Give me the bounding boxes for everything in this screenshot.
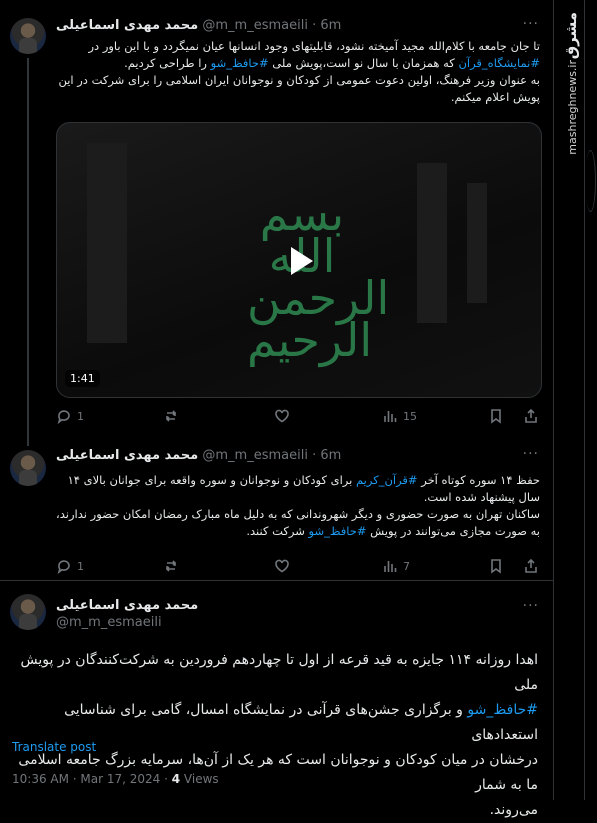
- video-player[interactable]: بسم الله الرحمن الرحیم 1:41: [56, 122, 542, 398]
- views-count: 4: [171, 772, 181, 786]
- reply-count: 1: [77, 559, 84, 573]
- avatar[interactable]: [10, 18, 46, 54]
- translate-post-link[interactable]: Translate post: [12, 740, 96, 754]
- tweet-line: تا جان جامعه با کلام‌الله مجید آمیخته نش…: [88, 39, 540, 53]
- repost-icon: [165, 560, 177, 572]
- avatar[interactable]: [10, 450, 46, 486]
- share-icon: [525, 558, 537, 573]
- tweet-line: حفظ ۱۴ سوره کوتاه آخر #قرآن_کریم برای کو…: [56, 472, 540, 489]
- view-count: 15: [403, 409, 417, 423]
- heart-icon: [275, 559, 289, 573]
- reply-button[interactable]: 1: [56, 408, 84, 424]
- tweet-text: اهدا روزانه ۱۱۴ جایزه به قید قرعه از اول…: [12, 648, 538, 823]
- tweet-header: محمد مهدی اسماعیلی @m_m_esmaeili: [56, 598, 198, 630]
- more-options-icon[interactable]: ···: [523, 16, 539, 32]
- video-frame-detail: [87, 143, 127, 343]
- tweet-actions: 1 15: [56, 408, 540, 426]
- tweet-line: سال پیشنهاد شده است.: [423, 490, 540, 504]
- bookmark-icon: [491, 409, 501, 424]
- tweet-text-fragment: برای کودکان و نوجوانان و سوره واقعه برای…: [67, 473, 357, 487]
- tweet-timestamp[interactable]: 10:36 AM · Mar 17, 2024 ·: [12, 772, 172, 786]
- hashtag[interactable]: #نمایشگاه_قرآن: [458, 56, 540, 70]
- tweet-line: ساکنان تهران به صورت حضوری و دیگر شهروند…: [56, 507, 540, 521]
- scrollbar-thumb[interactable]: [585, 150, 596, 212]
- tweet-meta: 10:36 AM · Mar 17, 2024 · 4 Views: [12, 772, 219, 786]
- tweet-1[interactable]: محمد مهدی اسماعیلی @m_m_esmaeili · 6m ··…: [0, 0, 553, 432]
- reply-count: 1: [77, 409, 84, 423]
- tweet-time[interactable]: · 6m: [312, 18, 341, 33]
- view-count: 7: [403, 559, 410, 573]
- tweet-actions: 1 7: [56, 558, 540, 576]
- tweet-text-fragment: شرکت کنند.: [246, 524, 309, 538]
- views-label: Views: [180, 772, 219, 786]
- tweet-header: محمد مهدی اسماعیلی @m_m_esmaeili · 6m: [56, 18, 341, 33]
- bookmark-icon: [491, 559, 501, 574]
- repost-icon: [165, 410, 177, 422]
- tweet-line: پویش اعلام میکنم.: [450, 90, 540, 104]
- reply-button[interactable]: 1: [56, 558, 84, 574]
- share-button[interactable]: [523, 408, 539, 424]
- author-handle[interactable]: @m_m_esmaeili: [202, 18, 308, 33]
- video-duration: 1:41: [65, 370, 100, 387]
- more-options-icon[interactable]: ···: [523, 598, 539, 614]
- author-name[interactable]: محمد مهدی اسماعیلی: [56, 598, 198, 613]
- tweet-text-fragment: حفظ ۱۴ سوره کوتاه آخر: [417, 473, 540, 487]
- video-frame-detail: [467, 183, 487, 303]
- tweet-line: به صورت مجازی می‌توانند در پویش #حافظ_شو…: [56, 523, 540, 540]
- play-icon[interactable]: [279, 241, 319, 281]
- timeline: محمد مهدی اسماعیلی @m_m_esmaeili · 6m ··…: [0, 0, 554, 818]
- thread-connector: [27, 58, 29, 432]
- tweet-text: حفظ ۱۴ سوره کوتاه آخر #قرآن_کریم برای کو…: [56, 472, 540, 540]
- tweet-text: تا جان جامعه با کلام‌الله مجید آمیخته نش…: [56, 38, 540, 106]
- tweet-line: #نمایشگاه_قرآن که همزمان با سال نو است،پ…: [56, 55, 540, 72]
- views-button[interactable]: 7: [382, 558, 410, 574]
- more-options-icon[interactable]: ···: [523, 446, 539, 462]
- hashtag[interactable]: #حافظ_شو: [309, 524, 367, 538]
- heart-icon: [275, 409, 289, 423]
- tweet-2[interactable]: محمد مهدی اسماعیلی @m_m_esmaeili · 6m ··…: [0, 432, 553, 582]
- watermark-url: mashreghnews.ir: [566, 60, 579, 155]
- tweet-text-fragment: که همزمان با سال نو است،پویش ملی: [268, 56, 459, 70]
- tweet-text-fragment: به صورت مجازی می‌توانند در پویش: [366, 524, 540, 538]
- repost-button[interactable]: [164, 408, 180, 424]
- scrollbar-track[interactable]: [584, 0, 585, 800]
- tweet-line: می‌روند.: [489, 802, 538, 818]
- watermark-logo: مشرق: [562, 12, 580, 60]
- hashtag[interactable]: #حافظ_شو: [211, 56, 269, 70]
- reply-icon: [57, 410, 70, 424]
- tweet-time[interactable]: · 6m: [312, 448, 341, 463]
- tweet-line: اهدا روزانه ۱۱۴ جایزه به قید قرعه از اول…: [20, 652, 538, 693]
- avatar[interactable]: [10, 594, 46, 630]
- hashtag[interactable]: #قرآن_کریم: [356, 473, 418, 487]
- author-name[interactable]: محمد مهدی اسماعیلی: [56, 448, 198, 463]
- share-button[interactable]: [523, 558, 539, 574]
- like-button[interactable]: [274, 558, 290, 574]
- like-button[interactable]: [274, 408, 290, 424]
- video-frame-detail: [417, 163, 447, 323]
- bookmark-button[interactable]: [488, 558, 504, 574]
- tweet-text-fragment: را طراحی کردیم.: [124, 56, 211, 70]
- reply-icon: [57, 560, 70, 574]
- analytics-icon: [384, 411, 397, 422]
- hashtag[interactable]: #حافظ_شو: [467, 702, 538, 718]
- share-icon: [525, 408, 537, 423]
- author-handle[interactable]: @m_m_esmaeili: [202, 448, 308, 463]
- author-handle[interactable]: @m_m_esmaeili: [56, 615, 198, 630]
- analytics-icon: [384, 561, 397, 572]
- thread-connector-top: [27, 432, 29, 446]
- repost-button[interactable]: [164, 558, 180, 574]
- tweet-line: به عنوان وزیر فرهنگ، اولین دعوت عمومی از…: [58, 73, 540, 87]
- author-name[interactable]: محمد مهدی اسماعیلی: [56, 18, 198, 33]
- tweet-header: محمد مهدی اسماعیلی @m_m_esmaeili · 6m: [56, 448, 341, 463]
- right-edge: مشرق mashreghnews.ir: [554, 0, 597, 800]
- views-button[interactable]: 15: [382, 408, 417, 424]
- bookmark-button[interactable]: [488, 408, 504, 424]
